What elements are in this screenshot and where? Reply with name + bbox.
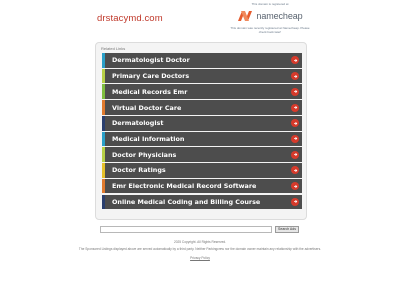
namecheap-logo-icon: [238, 11, 253, 21]
copyright-text: 2025 Copyright. All Rights Reserved.: [173, 240, 227, 244]
registrar-top-text: This domain is registered at: [251, 2, 289, 6]
namecheap-wordmark: namecheap: [256, 11, 303, 21]
arrow-right-icon[interactable]: [291, 182, 299, 191]
arrow-right-icon[interactable]: [291, 119, 299, 128]
privacy-policy-link[interactable]: Privacy Policy: [70, 256, 330, 260]
arrow-right-icon[interactable]: [291, 103, 299, 112]
search-input[interactable]: [100, 226, 272, 233]
footer: 2025 Copyright. All Rights Reserved. The…: [70, 240, 330, 260]
related-link-label[interactable]: Medical Information: [105, 135, 184, 143]
related-link-row[interactable]: Emr Electronic Medical Record Software: [102, 178, 302, 194]
arrow-right-icon[interactable]: [291, 197, 299, 206]
related-link-label[interactable]: Medical Records Emr: [105, 88, 187, 96]
arrow-right-icon[interactable]: [291, 56, 299, 65]
arrow-right-icon[interactable]: [291, 72, 299, 81]
related-link-label[interactable]: Doctor Physicians: [105, 151, 176, 159]
related-links-list: Dermatologist Doctor Primary Care Doctors…: [102, 53, 302, 210]
arrow-right-icon[interactable]: [291, 166, 299, 175]
related-links-box: Related Links Dermatologist Doctor Primar…: [95, 42, 307, 220]
arrow-right-icon[interactable]: [291, 134, 299, 143]
registrar-panel: This domain is registered at namecheap T…: [228, 2, 312, 34]
related-link-row[interactable]: Medical Records Emr: [102, 84, 302, 100]
related-link-row[interactable]: Virtual Doctor Care: [102, 100, 302, 115]
arrow-right-icon[interactable]: [291, 87, 299, 96]
related-link-row[interactable]: Dermatologist: [102, 115, 302, 131]
related-link-row[interactable]: Medical Information: [102, 131, 302, 147]
related-link-row[interactable]: Doctor Ratings: [102, 163, 302, 178]
related-link-label[interactable]: Virtual Doctor Care: [105, 104, 181, 112]
site-domain-name: drstacymd.com: [97, 13, 163, 24]
related-link-label[interactable]: Dermatologist Doctor: [105, 56, 190, 64]
arrow-right-icon[interactable]: [291, 150, 299, 159]
related-link-label[interactable]: Emr Electronic Medical Record Software: [105, 182, 256, 190]
related-link-label[interactable]: Online Medical Coding and Billing Course: [105, 198, 260, 206]
search-ads-button[interactable]: Search Ads: [275, 226, 299, 233]
registrar-note: This domain was recently registered at N…: [230, 26, 310, 34]
related-link-row[interactable]: Primary Care Doctors: [102, 68, 302, 84]
search-bar: Search Ads: [100, 226, 299, 233]
related-link-label[interactable]: Dermatologist: [105, 119, 163, 127]
disclaimer-text: The Sponsored Listings displayed above a…: [78, 247, 322, 252]
related-links-title: Related Links: [101, 46, 126, 51]
namecheap-logo[interactable]: namecheap: [228, 9, 312, 23]
related-link-label[interactable]: Primary Care Doctors: [105, 72, 189, 80]
related-link-row[interactable]: Dermatologist Doctor: [102, 53, 302, 68]
related-link-row[interactable]: Doctor Physicians: [102, 147, 302, 162]
related-link-label[interactable]: Doctor Ratings: [105, 166, 166, 174]
related-link-row[interactable]: Online Medical Coding and Billing Course: [102, 194, 302, 210]
